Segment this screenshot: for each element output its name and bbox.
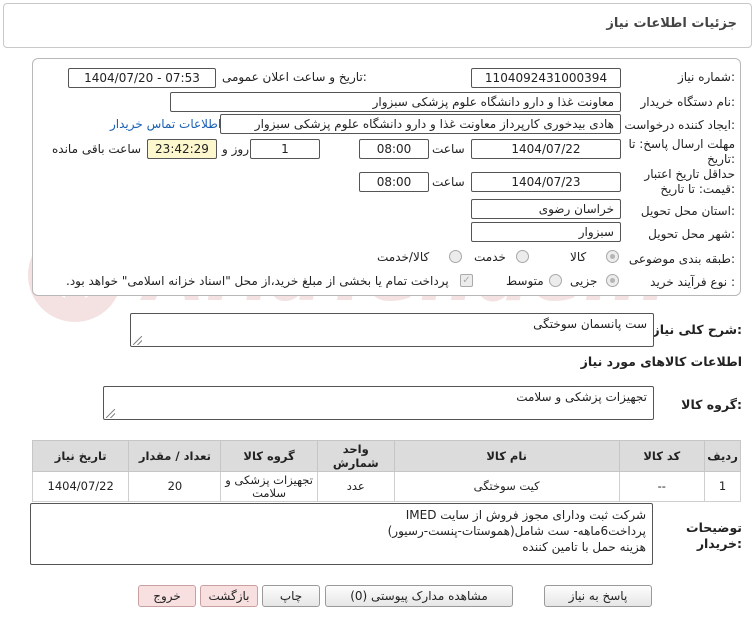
city-label: شهر محل تحویل: [648,227,735,241]
exit-button[interactable]: خروج [138,585,196,607]
title-bar: جزئیات اطلاعات نیاز [3,3,752,48]
col-header-item-name: نام کالا [393,440,620,472]
col-header-group: گروه کالا [220,440,318,472]
cell-group: تجهیزات پزشکی و سلامت [220,471,318,502]
category-option-service: خدمت [474,250,506,264]
creator-label: ایجاد کننده درخواست: [624,118,735,132]
resize-grip[interactable] [133,336,142,345]
remaining-time-value: 23:42:29 [147,139,217,159]
resize-grip[interactable] [106,409,115,418]
items-table: ردیف کد کالا نام کالا واحد شمارش گروه کا… [31,440,741,502]
contact-buyer-link[interactable]: اطلاعات تماس خریدار [110,117,221,131]
category-label: طبقه بندی موضوعی: [628,252,735,266]
remaining-label: ساعت باقی مانده [52,142,142,156]
table-row[interactable]: 1 -- کیت سوختگی عدد تجهیزات پزشکی و سلام… [31,471,741,502]
page-title: جزئیات اطلاعات نیاز [606,16,737,31]
cell-unit: عدد [316,471,395,502]
col-header-item-code: کد کالا [618,440,706,472]
process-option-medium: متوسط [506,274,544,288]
buyer-notes-textarea[interactable]: شرکت ثبت ودارای مجوز فروش از سایت IMED پ… [30,503,653,565]
category-radio-both[interactable] [449,250,462,263]
description-textarea[interactable]: ست پانسمان سوختگی [130,313,654,347]
deadline-label-1: مهلت ارسال پاسخ: تا [628,137,735,151]
cell-quantity: 20 [128,471,222,502]
payment-note: پرداخت تمام یا بخشی از مبلغ خرید،از محل … [66,274,449,288]
validity-time-label: ساعت [432,175,465,189]
goods-group-textarea[interactable]: تجهیزات پزشکی و سلامت [103,386,654,420]
buyer-notes-label-1: توضیحات [686,520,742,535]
deadline-date-value: 1404/07/22 [471,139,621,159]
col-header-row-num: ردیف [704,440,741,472]
days-count-value: 1 [250,139,320,159]
days-label: روز و [222,142,249,156]
cell-row-num: 1 [704,471,741,502]
description-value: ست پانسمان سوختگی [533,317,647,331]
buyer-org-value: معاونت غذا و دارو دانشگاه علوم پزشکی سبز… [170,92,621,112]
goods-section-title: اطلاعات کالاهای مورد نیاز [580,354,742,369]
goods-group-label: گروه کالا: [681,397,742,412]
process-label: نوع فرآیند خرید : [650,275,735,289]
buyer-notes-label-2: خریدار: [696,536,742,551]
need-number-label: شماره نیاز: [677,70,735,84]
cell-need-date: 1404/07/22 [31,471,130,502]
cell-item-name: کیت سوختگی [393,471,620,502]
view-attachments-button[interactable]: مشاهده مدارک پیوستی (0) [325,585,513,607]
creator-value: هادی بیدخوری کارپرداز معاونت غذا و دارو … [220,114,621,134]
buyer-org-label: نام دستگاه خریدار: [640,95,736,109]
buyer-notes-line: پرداخت6ماهه- ست شامل(هموستات-پنست-رسیور) [387,524,646,538]
process-option-minor: جزیی [570,274,598,288]
province-label: استان محل تحویل: [640,204,735,218]
announce-label: تاریخ و ساعت اعلان عمومی: [222,70,367,84]
category-radio-goods[interactable] [606,250,619,263]
reply-button[interactable]: پاسخ به نیاز [544,585,652,607]
category-option-both: کالا/خدمت [377,250,430,264]
treasury-checkbox[interactable]: ✓ [460,274,473,287]
process-radio-minor[interactable] [606,274,619,287]
cell-item-code: -- [618,471,706,502]
deadline-time-label: ساعت [432,142,465,156]
category-option-goods: کالا [570,250,587,264]
validity-label-2: قیمت: تا تاریخ: [660,182,735,196]
col-header-unit: واحد شمارش [316,440,395,472]
announce-value: 1404/07/20 - 07:53 [68,68,216,88]
table-header-row: ردیف کد کالا نام کالا واحد شمارش گروه کا… [31,440,741,472]
goods-group-value: تجهیزات پزشکی و سلامت [516,390,647,404]
print-button[interactable]: چاپ [262,585,320,607]
need-number-value: 1104092431000394 [471,68,621,88]
deadline-time-value: 08:00 [359,139,429,159]
col-header-need-date: تاریخ نیاز [31,440,130,472]
category-radio-service[interactable] [516,250,529,263]
buyer-notes-line: هزینه حمل با تامین کننده [522,540,646,554]
validity-label-1: حداقل تاریخ اعتبار [644,167,735,181]
description-label: شرح کلی نیاز: [652,322,743,337]
province-value: خراسان رضوی [471,199,621,219]
city-value: سبزوار [471,222,621,242]
back-button[interactable]: بازگشت [200,585,258,607]
deadline-label-2: تاریخ: [707,152,735,166]
validity-time-value: 08:00 [359,172,429,192]
process-radio-medium[interactable] [549,274,562,287]
buyer-notes-line: شرکت ثبت ودارای مجوز فروش از سایت IMED [405,508,646,522]
col-header-quantity: تعداد / مقدار [128,440,222,472]
validity-date-value: 1404/07/23 [471,172,621,192]
